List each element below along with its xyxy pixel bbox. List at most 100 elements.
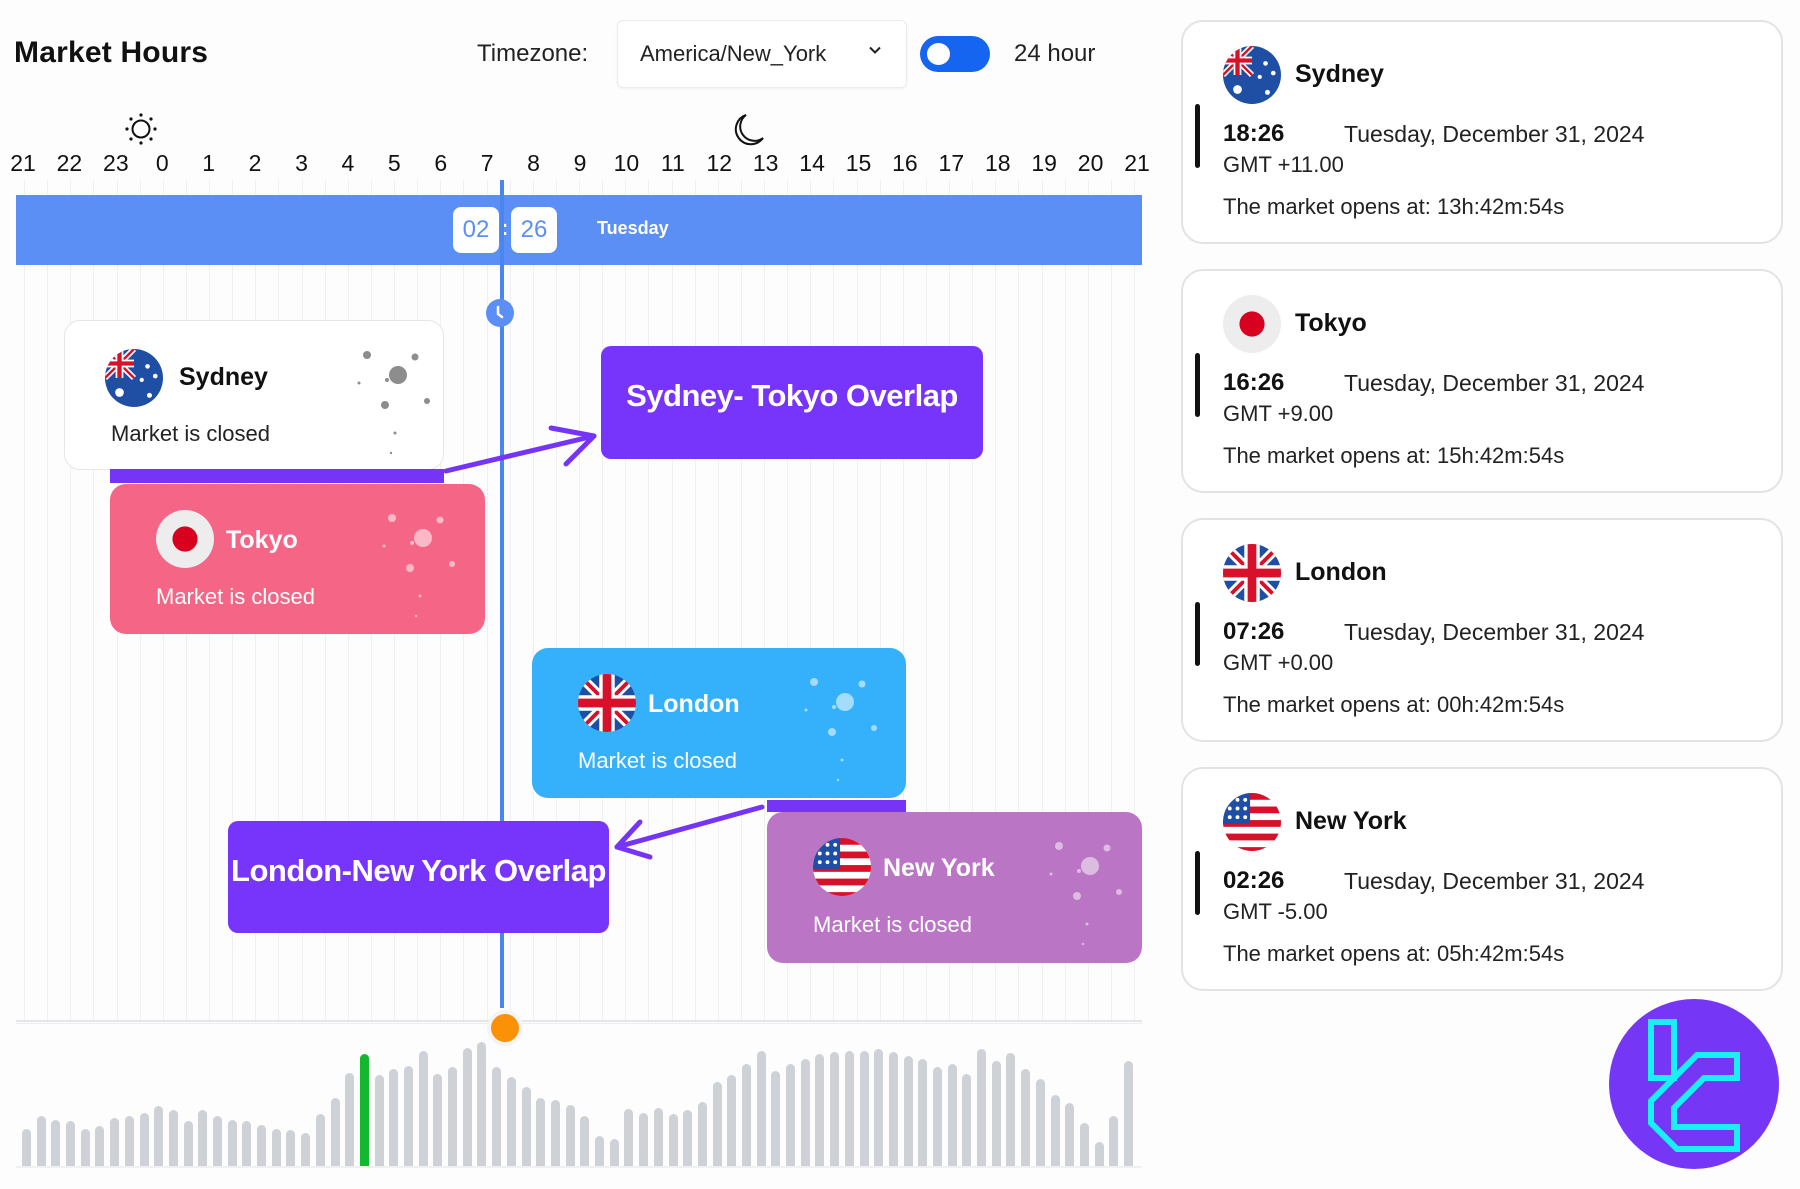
- australia-flag-icon: [105, 349, 163, 407]
- activity-bar: [771, 1070, 781, 1166]
- activity-bar: [844, 1050, 854, 1166]
- activity-bar: [918, 1059, 928, 1166]
- hour-label: 12: [706, 150, 733, 176]
- market-card-gmt: GMT +11.00: [1223, 152, 1344, 177]
- activity-bar: [565, 1105, 575, 1166]
- activity-bar: [1050, 1095, 1060, 1166]
- activity-bar: [609, 1138, 619, 1166]
- sydney-tokyo-overlap-bar: [110, 469, 444, 483]
- time-format-toggle[interactable]: [920, 36, 990, 72]
- grid-line: [47, 180, 49, 1020]
- market-card-opens: The market opens at: 15h:42m:54s: [1223, 443, 1565, 468]
- card-accent-bar: [1195, 104, 1200, 168]
- activity-bar: [477, 1042, 487, 1166]
- activity-bar: [374, 1075, 384, 1166]
- session-status: Market is closed: [156, 584, 315, 609]
- activity-bar: [991, 1060, 1001, 1166]
- hour-label: 16: [892, 150, 918, 176]
- grid-line: [694, 180, 696, 1020]
- brand-logo-icon[interactable]: [1609, 999, 1779, 1169]
- activity-histogram: [16, 1030, 1142, 1166]
- hour-label: 3: [295, 150, 308, 176]
- activity-bar: [315, 1113, 325, 1166]
- clock-icon[interactable]: [486, 299, 514, 327]
- activity-bar: [830, 1051, 840, 1166]
- market-card-london[interactable]: London 07:26 Tuesday, December 31, 2024 …: [1181, 518, 1783, 742]
- session-card-tokyo[interactable]: Tokyo Market is closed: [110, 484, 485, 634]
- hour-label: 21: [1124, 150, 1150, 176]
- time-format-label: 24 hour: [1014, 40, 1096, 67]
- grid-line: [740, 180, 742, 1020]
- uk-flag-icon: [1223, 544, 1281, 602]
- market-card-opens: The market opens at: 00h:42m:54s: [1223, 692, 1565, 717]
- london-newyork-overlap-bar: [767, 800, 906, 812]
- grid-line: [764, 180, 765, 1020]
- activity-bar: [859, 1050, 869, 1166]
- hour-label: 5: [387, 150, 401, 176]
- london-newyork-overlap-label: London-New York Overlap: [228, 821, 609, 933]
- activity-bar: [80, 1128, 90, 1166]
- activity-baseline: [16, 1166, 1142, 1168]
- hour-label: 19: [1031, 150, 1057, 176]
- market-card-time: 16:26: [1223, 369, 1285, 396]
- activity-bar: [800, 1059, 810, 1166]
- grid-line: [70, 180, 72, 1020]
- activity-bar: [404, 1065, 414, 1166]
- timezone-value: America/New_York: [640, 41, 827, 66]
- grid-line: [625, 180, 627, 1020]
- grid-line: [671, 180, 673, 1020]
- timezone-select[interactable]: America/New_York: [617, 20, 907, 88]
- activity-bar: [1109, 1116, 1119, 1166]
- activity-bar: [1035, 1079, 1045, 1166]
- sparkle-decoration: [1047, 826, 1137, 946]
- market-card-time: 07:26: [1223, 618, 1285, 645]
- hour-label: 20: [1077, 150, 1104, 176]
- session-card-newyork[interactable]: New York Market is closed: [767, 812, 1142, 963]
- activity-bar: [506, 1076, 516, 1166]
- activity-bar: [330, 1097, 340, 1166]
- hour-label: 18: [984, 150, 1011, 176]
- grid-line: [648, 180, 650, 1020]
- session-card-sydney[interactable]: Sydney Market is closed: [64, 320, 444, 470]
- market-card-sydney[interactable]: Sydney 18:26 Tuesday, December 31, 2024 …: [1181, 20, 1783, 244]
- activity-bar: [756, 1050, 766, 1166]
- activity-bar: [110, 1117, 120, 1166]
- activity-bar: [536, 1097, 546, 1166]
- activity-bar: [286, 1130, 296, 1166]
- current-minute-pill: 26: [511, 207, 557, 253]
- hour-label: 17: [938, 150, 965, 176]
- activity-bar: [962, 1074, 972, 1166]
- card-accent-bar: [1195, 602, 1200, 666]
- card-accent-bar: [1195, 353, 1200, 417]
- us-flag-icon: [813, 838, 871, 896]
- activity-bar: [874, 1049, 884, 1166]
- activity-bar: [242, 1121, 252, 1166]
- hour-label: 1: [202, 150, 216, 176]
- uk-flag-icon: [578, 674, 636, 732]
- activity-bar: [697, 1101, 707, 1166]
- activity-bar: [22, 1128, 31, 1166]
- activity-bar: [257, 1125, 267, 1166]
- market-card-gmt: GMT +0.00: [1223, 650, 1334, 675]
- market-card-newyork[interactable]: New York 02:26 Tuesday, December 31, 202…: [1181, 767, 1783, 991]
- market-card-time: 02:26: [1223, 867, 1285, 894]
- activity-bar: [154, 1106, 164, 1166]
- current-day-label: Tuesday: [597, 218, 669, 238]
- activity-bar: [1079, 1122, 1089, 1166]
- activity-bar: [1124, 1060, 1133, 1166]
- session-card-london[interactable]: London Market is closed: [532, 648, 906, 798]
- grid-line: [93, 180, 95, 1020]
- activity-bar: [433, 1074, 443, 1166]
- activity-bar: [712, 1081, 722, 1166]
- japan-flag-icon: [156, 510, 214, 568]
- activity-bar: [624, 1108, 634, 1166]
- activity-bar: [213, 1116, 222, 1166]
- hour-label: 6: [434, 150, 448, 176]
- activity-bar: [95, 1126, 105, 1166]
- session-city: London: [648, 690, 740, 718]
- market-card-tokyo[interactable]: Tokyo 16:26 Tuesday, December 31, 2024 G…: [1181, 269, 1783, 493]
- market-card-opens: The market opens at: 13h:42m:54s: [1223, 194, 1565, 219]
- activity-bar: [1094, 1142, 1104, 1166]
- sparkle-decoration: [802, 662, 892, 782]
- hour-label: 10: [613, 150, 640, 176]
